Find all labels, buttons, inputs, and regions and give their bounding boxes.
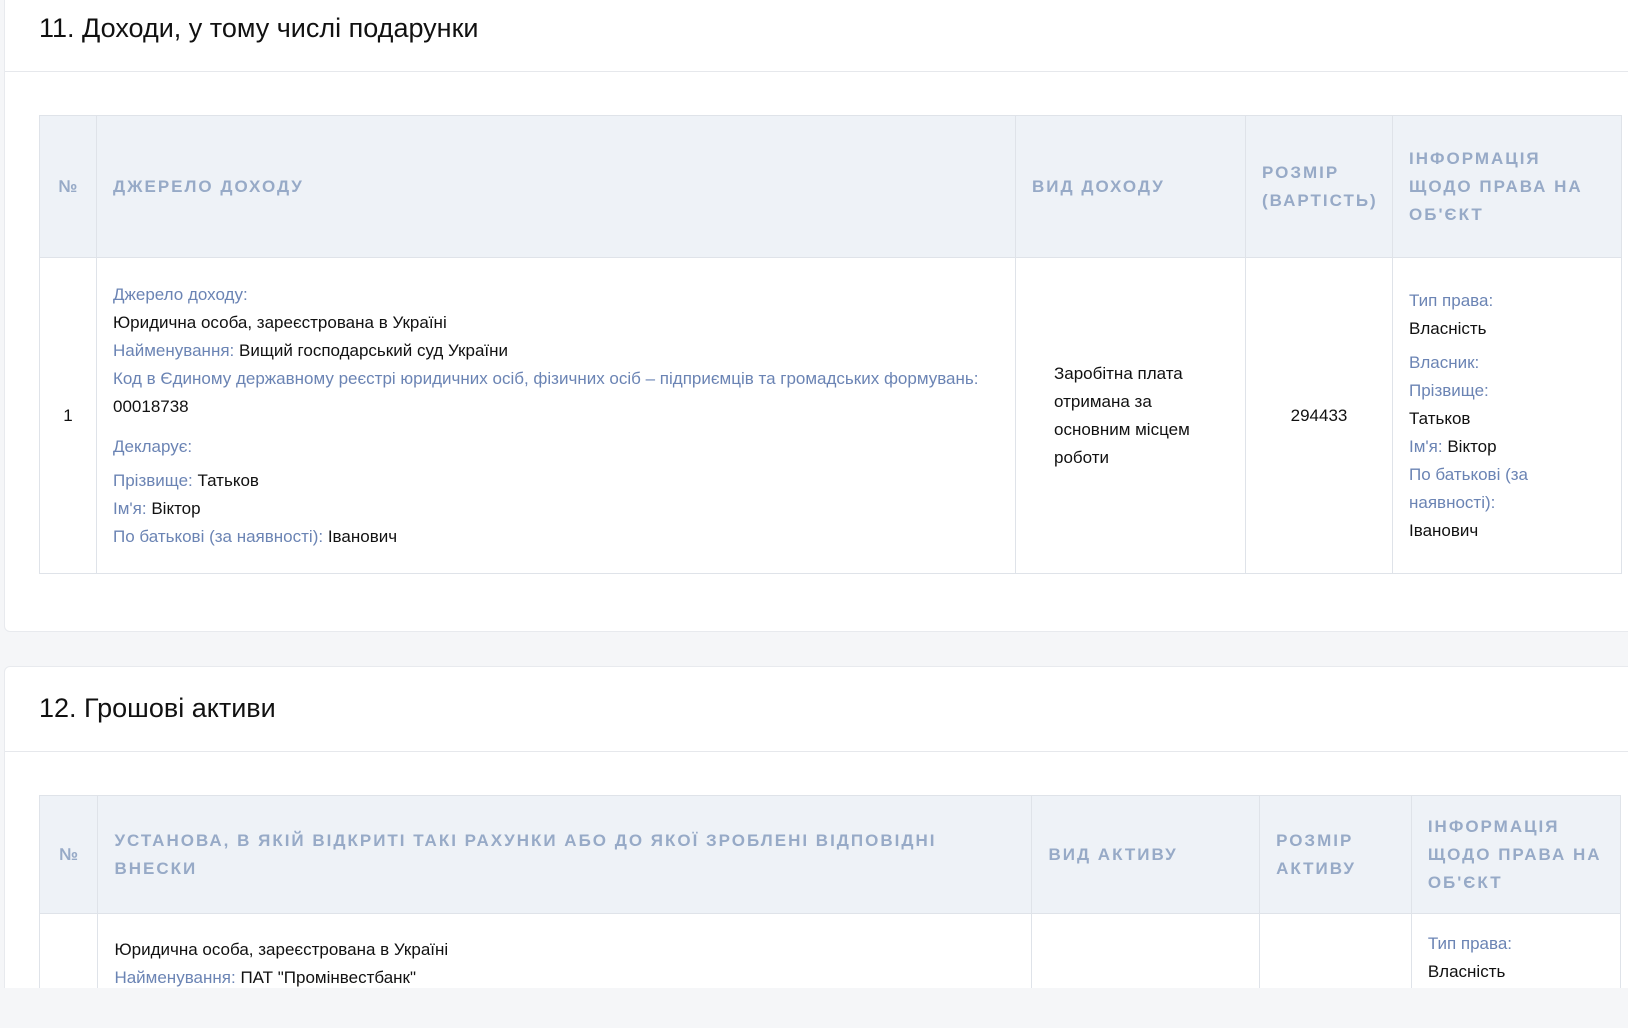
right-type-label: Тип права: [1409,290,1494,310]
institution-cell: Юридична особа, зареєстрована в Україні … [97,913,1033,988]
owner-firstname-label: Ім'я: [1409,436,1443,456]
declaration-page: 11. Доходи, у тому числі подарунки № Дже… [0,0,1628,988]
patronymic-line: По батькові (за наявності): Іванович [113,523,999,551]
column-header-income-source: Джерело доходу [96,115,1016,258]
table-header-row: № Установа, в якій відкриті такі рахунки… [38,795,1622,914]
institution-name-label: Найменування: [114,968,236,987]
column-header-asset-amount: Розмір активу [1259,795,1412,914]
right-type-value: Власність [1427,962,1506,981]
income-table: № Джерело доходу Вид доходу Розмір (варт… [39,115,1622,574]
section-title: 12. Грошові активи [39,693,276,723]
owner-firstname-value: Віктор [1447,436,1497,456]
owner-surname-value: Татьков [1409,408,1471,428]
amount-cell: 294433 [1245,257,1393,574]
registry-code-line: Код в Єдиному державному реєстрі юридичн… [113,365,999,421]
income-type-cell: Заробітна плата отримана за основним міс… [1015,257,1246,574]
institution-name-line: Найменування: ПАТ "Промінвестбанк" [114,964,1015,988]
owner-patronymic-label: По батькові (за наявності): [1409,464,1528,512]
name-value: Вищий господарський суд України [239,340,509,360]
surname-line: Прізвище: Татьков [113,467,999,495]
column-header-number: № [38,795,99,914]
income-section-card: 11. Доходи, у тому числі подарунки № Дже… [4,0,1628,632]
table-row: Юридична особа, зареєстрована в Україні … [38,913,1622,988]
table-header-row: № Джерело доходу Вид доходу Розмір (варт… [39,115,1622,258]
section-title: 11. Доходи, у тому числі подарунки [39,13,479,43]
patronymic-value: Іванович [327,526,398,546]
row-number [38,913,99,988]
name-label: Найменування: [113,340,235,360]
owner-surname-label: Прізвище: [1409,380,1489,400]
income-source-cell: Джерело доходу: Юридична особа, зареєстр… [96,257,1016,574]
owner-label: Власник: [1409,352,1480,372]
source-entity: Юридична особа, зареєстрована в Україні [113,312,447,332]
column-header-income-type: Вид доходу [1015,115,1246,258]
monetary-assets-section-card: 12. Грошові активи № Установа, в якій ві… [4,666,1628,988]
registry-code-value: 00018738 [113,396,189,416]
firstname-line: Ім'я: Віктор [113,495,999,523]
surname-value: Татьков [197,470,259,490]
column-header-rights-info: Інформація щодо права на об'єкт [1410,795,1622,914]
row-number: 1 [39,257,97,574]
firstname-label: Ім'я: [113,498,147,518]
owner-patronymic-value: Іванович [1409,520,1479,540]
asset-amount-cell [1259,913,1412,988]
source-label: Джерело доходу: [113,284,248,304]
column-header-number: № [39,115,97,258]
institution-entity: Юридична особа, зареєстрована в Україні [114,940,449,959]
section-divider [5,71,1628,72]
column-header-amount: Розмір (вартість) [1245,115,1393,258]
rights-info-cell: Тип права: Власність [1410,913,1622,988]
firstname-value: Віктор [151,498,201,518]
institution-name-value: ПАТ "Промінвестбанк" [240,968,417,987]
patronymic-label: По батькові (за наявності): [113,526,324,546]
asset-type-cell [1031,913,1261,988]
column-header-rights-info: Інформація щодо права на об'єкт [1392,115,1622,258]
monetary-assets-table: № Установа, в якій відкриті такі рахунки… [38,795,1622,988]
right-type-value: Власність [1409,318,1487,338]
name-line: Найменування: Вищий господарський суд Ук… [113,337,999,365]
right-type-label: Тип права: [1427,934,1513,953]
column-header-institution: Установа, в якій відкриті такі рахунки а… [97,795,1033,914]
registry-code-label: Код в Єдиному державному реєстрі юридичн… [113,368,979,388]
declarant-label: Декларує: [113,436,193,456]
owner-firstname-line: Ім'я: Віктор [1409,433,1605,461]
section-divider [5,751,1628,752]
table-row: 1 Джерело доходу: Юридична особа, зареєс… [39,257,1622,574]
column-header-asset-type: Вид активу [1031,795,1261,914]
surname-label: Прізвище: [113,470,193,490]
rights-info-cell: Тип права: Власність Власник: Прізвище: … [1392,257,1622,574]
